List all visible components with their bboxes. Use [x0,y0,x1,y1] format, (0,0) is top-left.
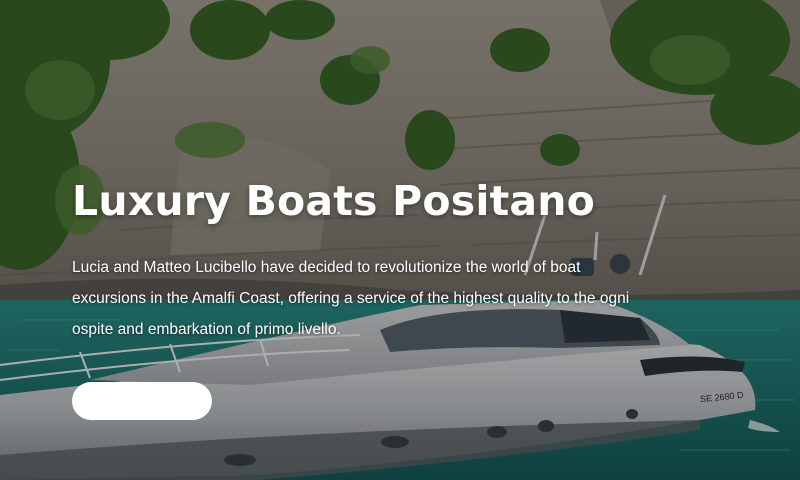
hero-section: SE 2680 D Luxury Boats Positano Lucia an… [0,0,800,480]
hero-description: Lucia and Matteo Lucibello have decided … [72,259,630,338]
hero-cta-button[interactable] [72,382,212,420]
hero-content: Luxury Boats Positano Lucia and Matteo L… [72,172,672,345]
hero-title: Luxury Boats Positano [72,177,596,225]
